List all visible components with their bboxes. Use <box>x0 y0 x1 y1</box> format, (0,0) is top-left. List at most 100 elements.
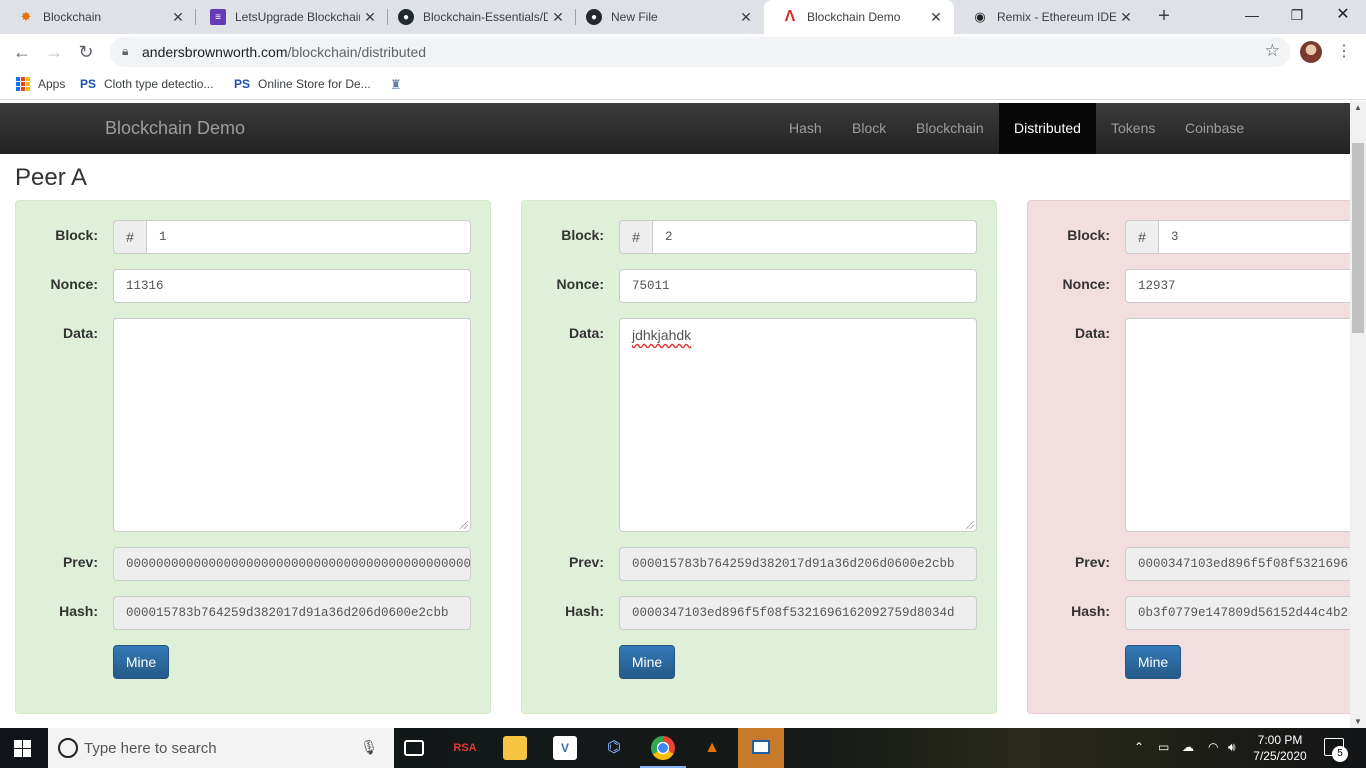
nonce-label: Nonce: <box>556 276 604 292</box>
tab-new-file[interactable]: ● New File ✕ <box>568 0 764 34</box>
hash-field: 0b3f0779e147809d56152d44c4b2 <box>1125 596 1350 630</box>
resize-handle[interactable] <box>966 521 974 529</box>
block-card-2: Block: # 2 Nonce: 75011 Data: jdhkjahdk … <box>521 200 997 714</box>
data-textarea[interactable] <box>1125 318 1350 532</box>
chrome-icon[interactable] <box>651 736 675 760</box>
block-number-input[interactable]: 1 <box>146 220 471 254</box>
scroll-up-icon[interactable]: ▲ <box>1350 103 1366 112</box>
url-host: andersbrownworth.com <box>142 44 288 60</box>
block-label: Block: <box>55 227 98 243</box>
close-icon[interactable]: ✕ <box>360 9 380 26</box>
close-icon[interactable]: ✕ <box>926 9 946 26</box>
tab-title: New File <box>611 10 658 24</box>
tab-blockchain-essentials[interactable]: ● Blockchain-Essentials/D ✕ <box>380 0 576 34</box>
bookmark-label: Online Store for De... <box>258 77 371 91</box>
tab-title: Blockchain <box>43 10 102 24</box>
block-label: Block: <box>1067 227 1110 243</box>
bookmark-online-store[interactable]: PS Online Store for De... <box>234 77 371 91</box>
nav-hash[interactable]: Hash <box>774 103 837 154</box>
rsa-icon[interactable]: RSA <box>453 736 477 760</box>
scroll-down-icon[interactable]: ▼ <box>1350 717 1366 726</box>
mine-button[interactable]: Mine <box>113 645 169 679</box>
prev-hash-field: 000015783b764259d382017d91a36d206d0600e2… <box>619 547 977 581</box>
peer-title: Peer A <box>15 164 88 191</box>
resize-handle[interactable] <box>460 521 468 529</box>
bookmark-cloth-type[interactable]: PS Cloth type detectio... <box>80 77 213 91</box>
block-number-input[interactable]: 2 <box>652 220 977 254</box>
forward-icon[interactable]: → <box>42 40 66 64</box>
tab-blockchain-demo[interactable]: Λ Blockchain Demo ✕ <box>764 0 954 34</box>
back-icon[interactable]: ← <box>10 40 34 64</box>
hash-label: Hash: <box>1071 603 1110 619</box>
chrome-menu-icon[interactable]: ⋮ <box>1336 41 1352 61</box>
bookmark-label: Apps <box>38 77 66 91</box>
nav-coinbase[interactable]: Coinbase <box>1170 103 1259 154</box>
bookmark-label: Cloth type detectio... <box>104 77 214 91</box>
app-window-icon[interactable] <box>738 728 784 768</box>
vs-code-icon[interactable]: V <box>553 736 577 760</box>
system-clock[interactable]: 7:00 PM 7/25/2020 <box>1248 732 1312 764</box>
window-close-icon[interactable]: ✕ <box>1320 0 1366 30</box>
prev-label: Prev: <box>568 554 604 570</box>
tab-remix[interactable]: ◉ Remix - Ethereum IDE ✕ <box>954 0 1144 34</box>
nonce-input[interactable]: 75011 <box>619 269 977 303</box>
hash-label: Hash: <box>565 603 604 619</box>
site-brand[interactable]: Blockchain Demo <box>105 118 245 139</box>
close-icon[interactable]: ✕ <box>548 9 568 26</box>
ps-icon: PS <box>80 77 97 91</box>
prev-label: Prev: <box>62 554 98 570</box>
search-placeholder: Type here to search <box>84 740 217 757</box>
matlab-icon[interactable]: ▲ <box>700 736 724 760</box>
remix-icon: ◉ <box>974 9 986 24</box>
profile-avatar[interactable] <box>1300 41 1322 63</box>
taskbar-search[interactable]: Type here to search 🎙︎ <box>48 728 394 768</box>
forms-icon: ≡ <box>210 9 226 25</box>
data-textarea[interactable]: jdhkjahdk <box>619 318 977 532</box>
bookmark-star-icon[interactable]: ☆ <box>1265 41 1280 61</box>
restore-icon[interactable]: ❐ <box>1274 0 1320 30</box>
github-icon: ● <box>586 9 602 25</box>
windows-start-icon[interactable] <box>14 740 31 757</box>
new-tab-button[interactable]: + <box>1152 5 1176 29</box>
mine-button[interactable]: Mine <box>619 645 675 679</box>
nonce-label: Nonce: <box>1062 276 1110 292</box>
nav-blockchain[interactable]: Blockchain <box>901 103 999 154</box>
data-label: Data: <box>62 325 98 341</box>
scrollbar-thumb[interactable] <box>1352 143 1364 333</box>
data-textarea[interactable] <box>113 318 471 532</box>
tab-blockchain[interactable]: ✸ Blockchain ✕ <box>0 0 196 34</box>
page-scrollbar[interactable]: ▲ ▼ <box>1350 101 1366 728</box>
bookmark-robot[interactable]: ♜ <box>390 77 402 93</box>
block-card-1: Block: # 1 Nonce: 11316 Data: Prev: 0000… <box>15 200 491 714</box>
tab-letsupgrade[interactable]: ≡ LetsUpgrade Blockchain ✕ <box>192 0 388 34</box>
file-explorer-icon[interactable] <box>503 736 527 760</box>
wifi-icon[interactable]: ◠ <box>1208 740 1218 754</box>
onedrive-icon[interactable]: ☁ <box>1182 740 1194 754</box>
reload-icon[interactable]: ↻ <box>74 40 98 64</box>
microphone-icon[interactable]: 🎙︎ <box>360 739 378 756</box>
data-label: Data: <box>1074 325 1110 341</box>
close-icon[interactable]: ✕ <box>168 9 188 26</box>
battery-icon[interactable]: ▭ <box>1158 740 1169 754</box>
task-view-icon[interactable] <box>404 740 424 756</box>
show-hidden-icons[interactable]: ⌃ <box>1134 740 1144 754</box>
block-number-input[interactable]: 3 <box>1158 220 1350 254</box>
address-bar[interactable]: 🔒︎ andersbrownworth.com/blockchain/distr… <box>110 37 1290 67</box>
nav-block[interactable]: Block <box>837 103 901 154</box>
bookmark-apps[interactable]: Apps <box>16 77 65 91</box>
nonce-input[interactable]: 11316 <box>113 269 471 303</box>
mine-button[interactable]: Mine <box>1125 645 1181 679</box>
block-card-3: Block: # 3 Nonce: 12937 Data: Prev: 0000… <box>1027 200 1350 714</box>
nav-distributed[interactable]: Distributed <box>999 103 1096 154</box>
volume-icon[interactable]: 🔊︎ <box>1228 740 1236 755</box>
network-tool-icon[interactable]: ⌬ <box>602 736 626 760</box>
close-icon[interactable]: ✕ <box>1116 9 1136 26</box>
close-icon[interactable]: ✕ <box>736 9 756 26</box>
nonce-input[interactable]: 12937 <box>1125 269 1350 303</box>
minimize-icon[interactable]: — <box>1229 0 1275 30</box>
hash-prefix: # <box>1125 220 1159 254</box>
notification-badge: 5 <box>1332 746 1348 762</box>
nav-tokens[interactable]: Tokens <box>1096 103 1170 154</box>
github-icon: ● <box>398 9 414 25</box>
browser-tab-strip: ✸ Blockchain ✕ ≡ LetsUpgrade Blockchain … <box>0 0 1366 34</box>
